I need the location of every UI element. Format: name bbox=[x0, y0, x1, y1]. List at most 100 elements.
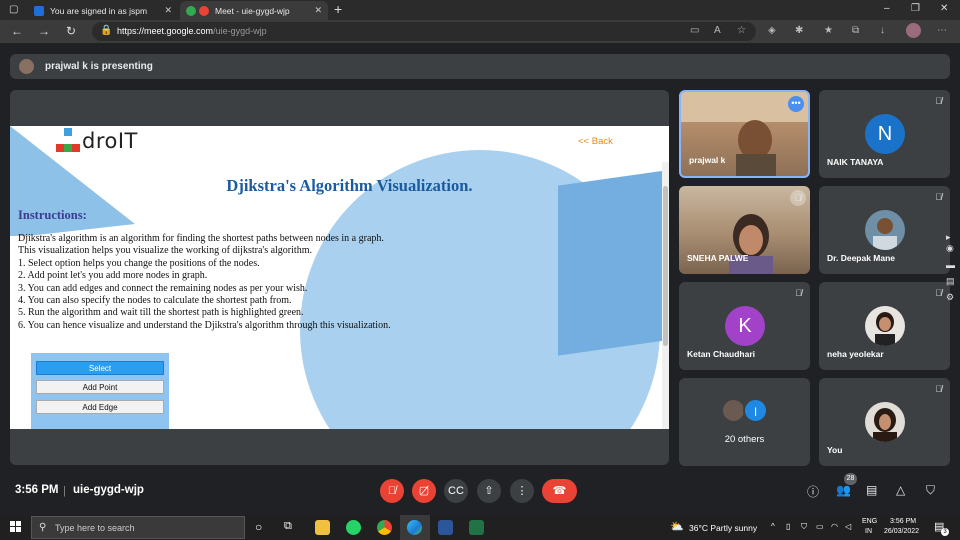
favorites-icon[interactable]: ★ bbox=[824, 25, 833, 36]
captions-button[interactable]: CC bbox=[444, 479, 468, 503]
language-bottom[interactable]: IN bbox=[865, 528, 872, 535]
separator: | bbox=[63, 485, 66, 497]
meeting-info-icon[interactable]: ⓘ bbox=[807, 483, 819, 500]
lock-icon[interactable]: 🔒 bbox=[100, 25, 112, 36]
participant-photo bbox=[865, 210, 905, 250]
chrome-icon[interactable] bbox=[377, 520, 392, 535]
participant-name: Ketan Chaudhari bbox=[687, 349, 756, 359]
present-icon: ⇧ bbox=[484, 485, 494, 497]
more-options-icon[interactable]: ••• bbox=[788, 96, 804, 112]
camera-off-button[interactable]: ▢̸ bbox=[412, 479, 436, 503]
select-button[interactable]: Select bbox=[36, 361, 164, 375]
host-controls-icon[interactable]: ⛉ bbox=[926, 483, 935, 498]
camera-icon[interactable]: ◉ bbox=[946, 243, 954, 254]
downloads-icon[interactable]: ↓ bbox=[880, 25, 885, 36]
weather-icon: ⛅ bbox=[670, 521, 684, 533]
minimize-button[interactable]: – bbox=[884, 3, 890, 14]
participant-tile-deepak-mane[interactable]: 🎙̸ Dr. Deepak Mane bbox=[819, 186, 950, 274]
read-aloud-icon[interactable]: A bbox=[714, 25, 721, 36]
back-link[interactable]: << Back bbox=[578, 136, 613, 147]
droit-logo: droIT bbox=[56, 128, 138, 154]
participant-count-badge: 28 bbox=[844, 473, 857, 485]
participant-tile-naik-tanaya[interactable]: 🎙̸ N NAIK TANAYA bbox=[819, 90, 950, 178]
add-edge-button[interactable]: Add Edge bbox=[36, 400, 164, 414]
tab-meet[interactable]: Meet - uie-gygd-wjp ✕ bbox=[180, 1, 328, 20]
reload-icon[interactable]: ↻ bbox=[66, 24, 76, 38]
url-field[interactable]: 🔒 https://meet.google.com/uie-gygd-wjp ▭… bbox=[92, 22, 756, 41]
clock-date[interactable]: 26/03/2022 bbox=[884, 528, 919, 535]
scrollbar-thumb[interactable] bbox=[663, 186, 668, 346]
close-tab-icon[interactable]: ✕ bbox=[164, 5, 172, 16]
tab-actions-icon[interactable]: ▢ bbox=[9, 4, 18, 15]
people-icon[interactable]: 👥 bbox=[836, 483, 851, 497]
more-options-button[interactable]: ⋮ bbox=[510, 479, 534, 503]
mic-off-icon: 🎙̸ bbox=[387, 485, 397, 497]
search-placeholder: Type here to search bbox=[55, 523, 135, 533]
camera-off-icon: ▢̸ bbox=[418, 485, 430, 497]
notification-badge: 3 bbox=[941, 528, 949, 536]
participant-avatar: N bbox=[865, 114, 905, 154]
settings-gear-icon[interactable]: ⚙ bbox=[946, 292, 954, 303]
presenting-banner: prajwal k is presenting bbox=[10, 54, 950, 79]
mic-off-button[interactable]: 🎙̸ bbox=[380, 479, 404, 503]
meeting-time: 3:56 PM bbox=[15, 484, 59, 496]
video-icon[interactable]: ▬ bbox=[946, 260, 955, 270]
add-point-button[interactable]: Add Point bbox=[36, 380, 164, 394]
collections-icon[interactable]: ⧉ bbox=[852, 25, 859, 36]
favorite-star-icon[interactable]: ☆ bbox=[737, 25, 746, 36]
security-icon[interactable]: ⛉ bbox=[801, 522, 807, 532]
participant-avatar: K bbox=[725, 306, 765, 346]
word-icon[interactable] bbox=[438, 520, 453, 535]
network-icon[interactable]: ◠ bbox=[831, 522, 838, 531]
participant-tile-you[interactable]: 🎙̸ You bbox=[819, 378, 950, 466]
cortana-icon[interactable]: ○ bbox=[255, 520, 262, 534]
excel-icon[interactable] bbox=[469, 520, 484, 535]
close-tab-icon[interactable]: ✕ bbox=[314, 5, 322, 16]
chat-icon[interactable]: ▤ bbox=[866, 483, 877, 497]
new-tab-button[interactable]: + bbox=[334, 1, 342, 17]
battery-icon[interactable]: ▭ bbox=[816, 522, 824, 531]
participant-tile-sneha[interactable]: 🎙̸ SNEHA PALWE bbox=[679, 186, 810, 274]
instructions-list: Djikstra's algorithm is an algorithm for… bbox=[18, 233, 391, 332]
instruction-line: 3. You can add edges and connect the rem… bbox=[18, 282, 308, 294]
puzzle-icon[interactable]: ✱ bbox=[795, 25, 803, 36]
forward-arrow-icon[interactable]: → bbox=[38, 24, 50, 38]
file-explorer-icon[interactable] bbox=[315, 520, 330, 535]
tab-title: You are signed in as jspm bbox=[50, 5, 148, 16]
participant-tile-prajwal[interactable]: ••• prajwal k bbox=[679, 90, 810, 178]
others-count: 20 others bbox=[724, 434, 765, 445]
end-call-icon: ☎ bbox=[552, 485, 567, 497]
maximize-button[interactable]: ❐ bbox=[911, 3, 920, 14]
extension-icon[interactable]: ◈ bbox=[768, 25, 776, 36]
participant-tile-neha[interactable]: 🎙̸ neha yeolekar bbox=[819, 282, 950, 370]
edge-icon[interactable] bbox=[407, 520, 422, 535]
others-avatar: I bbox=[743, 398, 768, 423]
more-menu-icon[interactable]: ⋯ bbox=[937, 25, 947, 36]
task-view-icon[interactable]: ⧉ bbox=[284, 520, 292, 533]
language-top[interactable]: ENG bbox=[862, 518, 877, 525]
device-icon[interactable]: ▯ bbox=[786, 522, 790, 531]
participant-name: You bbox=[827, 445, 843, 455]
participant-tile-ketan[interactable]: 🎙̸ K Ketan Chaudhari bbox=[679, 282, 810, 370]
activities-icon[interactable]: △ bbox=[896, 483, 905, 497]
participant-photo bbox=[865, 402, 905, 442]
participant-name: NAIK TANAYA bbox=[827, 157, 884, 167]
close-window-button[interactable]: ✕ bbox=[940, 3, 948, 14]
windows-start-icon[interactable] bbox=[10, 521, 22, 533]
tab-signed-in[interactable]: You are signed in as jspm ✕ bbox=[28, 1, 178, 20]
whatsapp-icon[interactable] bbox=[346, 520, 361, 535]
leave-call-button[interactable]: ☎ bbox=[542, 479, 577, 503]
expand-icon[interactable]: ▸ bbox=[946, 232, 951, 243]
profile-avatar[interactable] bbox=[906, 23, 921, 38]
taskbar-search-box[interactable]: ⚲ Type here to search bbox=[31, 516, 245, 539]
participant-tile-others[interactable]: I 20 others bbox=[679, 378, 810, 466]
windows-taskbar: ⚲ Type here to search ○ ⧉ ⛅ 36°C Partly … bbox=[0, 515, 960, 540]
clock-time[interactable]: 3:56 PM bbox=[890, 518, 916, 525]
show-hidden-icons[interactable]: ^ bbox=[771, 522, 775, 531]
weather-text[interactable]: 36°C Partly sunny bbox=[689, 523, 757, 533]
gallery-icon[interactable]: ▤ bbox=[946, 276, 955, 287]
camera-indicator-icon[interactable]: ▭ bbox=[690, 25, 699, 36]
back-arrow-icon[interactable]: ← bbox=[11, 24, 23, 38]
present-button[interactable]: ⇧ bbox=[477, 479, 501, 503]
volume-icon[interactable]: ◁ bbox=[845, 522, 851, 531]
